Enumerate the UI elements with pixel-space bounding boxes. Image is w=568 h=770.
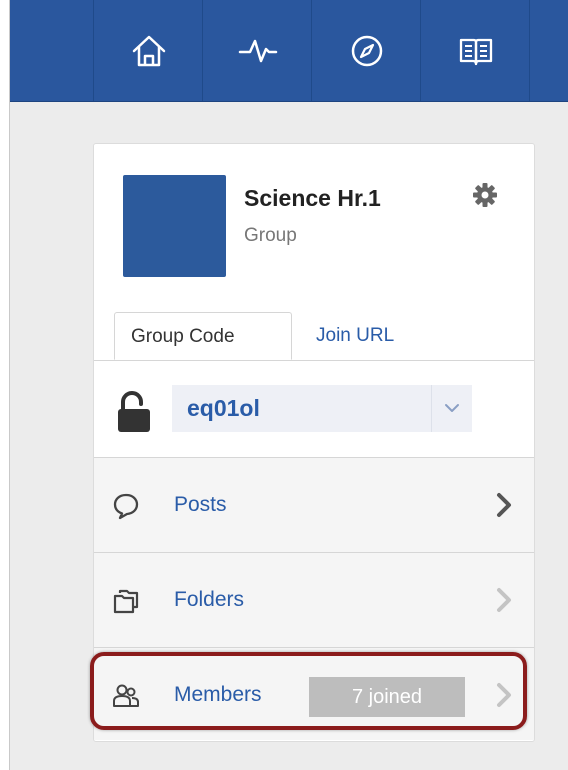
speech-bubble-icon: [113, 493, 139, 520]
chevron-right-icon: [497, 493, 511, 517]
compass-icon: [351, 35, 382, 66]
book-icon: [459, 38, 492, 65]
group-code-dropdown[interactable]: eq01ol: [172, 385, 472, 432]
chevron-right-icon: [497, 588, 511, 612]
group-avatar: [123, 175, 226, 277]
folders-label: Folders: [174, 588, 245, 611]
nav-home-button[interactable]: [93, 0, 203, 101]
nav-activity-button[interactable]: [202, 0, 312, 101]
menu-item-posts[interactable]: Posts: [94, 458, 534, 553]
nav-divider: [529, 0, 568, 101]
group-name: Science Hr.1: [244, 185, 381, 211]
top-navigation-bar: [10, 0, 568, 102]
group-code-row: eq01ol: [94, 361, 534, 458]
group-code-value: eq01ol: [187, 395, 260, 421]
posts-label: Posts: [174, 493, 227, 516]
dropdown-divider: [431, 385, 432, 432]
code-tabs: Group Code Join URL: [94, 312, 534, 361]
gear-icon[interactable]: [472, 182, 498, 208]
folders-icon: [113, 589, 139, 614]
nav-library-button[interactable]: [420, 0, 530, 101]
menu-item-folders[interactable]: Folders: [94, 553, 534, 648]
chevron-down-icon[interactable]: [444, 402, 460, 414]
activity-icon: [238, 39, 277, 62]
nav-discover-button[interactable]: [311, 0, 421, 101]
tab-join-url[interactable]: Join URL: [300, 312, 410, 360]
group-type-label: Group: [244, 225, 297, 246]
unlocked-lock-icon: [118, 391, 150, 432]
home-icon: [132, 35, 165, 66]
tab-group-code[interactable]: Group Code: [114, 312, 292, 360]
members-highlight-outline: [90, 652, 527, 730]
